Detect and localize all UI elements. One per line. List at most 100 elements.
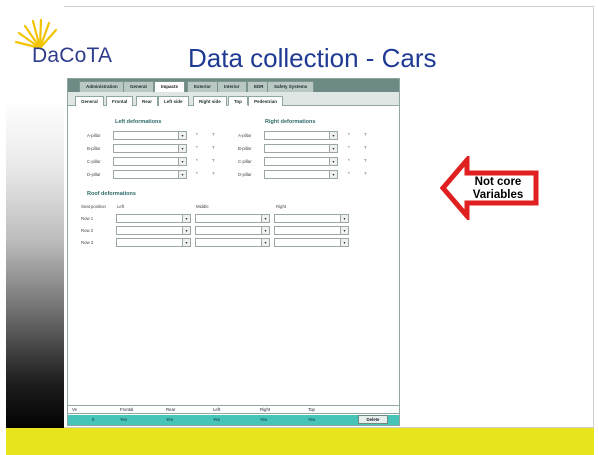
roof-column-left: Left xyxy=(117,204,125,209)
right-a-pillar-select[interactable]: ▾ xyxy=(264,131,338,140)
left-row-label: A-pillar xyxy=(87,133,101,138)
roof-row1-right-select[interactable]: ▾ xyxy=(274,214,349,223)
left-c-pillar-select[interactable]: ▾ xyxy=(113,157,187,166)
help-mark: ? xyxy=(364,158,367,163)
roof-row3-left-select[interactable]: ▾ xyxy=(116,238,191,247)
required-mark: * xyxy=(196,171,198,176)
right-row-label: B-pillar xyxy=(238,146,252,151)
summary-table-header: Ve Frontal Rear Left Right Top xyxy=(68,405,399,414)
table-cell: Yes xyxy=(308,417,316,422)
table-cell: Yes xyxy=(120,417,128,422)
roof-column-middle: Middle xyxy=(196,204,209,209)
help-mark: ? xyxy=(212,145,215,150)
callout-text: Not core Variables xyxy=(466,176,530,202)
chevron-down-icon: ▾ xyxy=(329,145,337,152)
chevron-down-icon: ▾ xyxy=(329,158,337,165)
help-mark: ? xyxy=(212,158,215,163)
delete-button[interactable]: Delete xyxy=(358,415,388,424)
table-row[interactable]: 0 Yes Yes Yes Yes Yes xyxy=(68,415,399,425)
roof-column-right: Right xyxy=(276,204,287,209)
chevron-down-icon: ▾ xyxy=(329,171,337,178)
subtab-right-side[interactable]: Right side xyxy=(193,96,227,106)
right-d-pillar-select[interactable]: ▾ xyxy=(264,170,338,179)
tab-exterior[interactable]: Exterior xyxy=(187,81,219,92)
right-row-label: D-pillar xyxy=(238,172,252,177)
roof-row-label: Row 1 xyxy=(81,216,94,221)
tab-general[interactable]: General xyxy=(123,81,154,92)
roof-row2-right-select[interactable]: ▾ xyxy=(274,226,349,235)
slide-title: Data collection - Cars xyxy=(188,43,437,73)
subtab-top[interactable]: Top xyxy=(228,96,248,106)
left-d-pillar-select[interactable]: ▾ xyxy=(113,170,187,179)
main-tabs-bar: Administration General Impacts Exterior Inte… xyxy=(68,79,399,92)
roof-deformations-title: Roof deformations xyxy=(87,191,136,197)
subtab-rear[interactable]: Rear xyxy=(136,96,159,106)
required-mark: * xyxy=(348,171,350,176)
left-b-pillar-select[interactable]: ▾ xyxy=(113,144,187,153)
subtab-general[interactable]: General xyxy=(75,96,104,106)
bottom-yellow-band xyxy=(6,428,594,455)
table-cell: 0 xyxy=(92,417,95,422)
chevron-down-icon: ▾ xyxy=(178,132,186,139)
roof-row2-middle-select[interactable]: ▾ xyxy=(195,226,270,235)
roof-row1-left-select[interactable]: ▾ xyxy=(116,214,191,223)
required-mark: * xyxy=(196,158,198,163)
chevron-down-icon: ▾ xyxy=(261,215,269,222)
required-mark: * xyxy=(196,132,198,137)
help-mark: ? xyxy=(212,171,215,176)
sub-tabs-bar: General Frontal Rear Left side Right side Top… xyxy=(68,92,399,106)
right-row-label: C-pillar xyxy=(238,159,252,164)
chevron-down-icon: ▾ xyxy=(261,227,269,234)
roof-row3-middle-select[interactable]: ▾ xyxy=(195,238,270,247)
chevron-down-icon: ▾ xyxy=(178,145,186,152)
help-mark: ? xyxy=(364,145,367,150)
left-row-label: B-pillar xyxy=(87,146,101,151)
roof-row3-right-select[interactable]: ▾ xyxy=(274,238,349,247)
chevron-down-icon: ▾ xyxy=(340,215,348,222)
table-header-cell: Ve xyxy=(72,407,78,412)
help-mark: ? xyxy=(212,132,215,137)
table-cell: Yes xyxy=(260,417,268,422)
seat-position-label: Seat position xyxy=(81,204,106,209)
tab-safety-systems[interactable]: Safety Systems xyxy=(267,81,315,92)
roof-row-label: Row 2 xyxy=(81,228,94,233)
chevron-down-icon: ▾ xyxy=(329,132,337,139)
help-mark: ? xyxy=(364,132,367,137)
tab-interior[interactable]: Interior xyxy=(217,81,247,92)
chevron-down-icon: ▾ xyxy=(340,227,348,234)
callout-line-1: Not core xyxy=(474,176,522,188)
roof-row2-left-select[interactable]: ▾ xyxy=(116,226,191,235)
right-row-label: A-pillar xyxy=(238,133,252,138)
roof-row1-middle-select[interactable]: ▾ xyxy=(195,214,270,223)
table-header-cell: Rear xyxy=(166,407,176,412)
left-a-pillar-select[interactable]: ▾ xyxy=(113,131,187,140)
chevron-down-icon: ▾ xyxy=(178,158,186,165)
required-mark: * xyxy=(348,132,350,137)
left-row-label: C-pillar xyxy=(87,159,101,164)
chevron-down-icon: ▾ xyxy=(261,239,269,246)
required-mark: * xyxy=(348,158,350,163)
app-window: Administration General Impacts Exterior Inte… xyxy=(67,78,400,426)
table-cell: Yes xyxy=(166,417,174,422)
subtab-pedestrian[interactable]: Pedestrian xyxy=(248,96,284,106)
roof-row-label: Row 3 xyxy=(81,240,94,245)
chevron-down-icon: ▾ xyxy=(178,171,186,178)
tab-impacts[interactable]: Impacts xyxy=(154,81,186,92)
logo-text: DaCoTA xyxy=(32,44,113,67)
subtab-frontal[interactable]: Frontal xyxy=(106,96,134,106)
chevron-down-icon: ▾ xyxy=(182,215,190,222)
chevron-down-icon: ▾ xyxy=(340,239,348,246)
right-b-pillar-select[interactable]: ▾ xyxy=(264,144,338,153)
table-header-cell: Right xyxy=(260,407,271,412)
table-header-cell: Top xyxy=(308,407,315,412)
subtab-left-side[interactable]: Left side xyxy=(158,96,189,106)
tab-administration[interactable]: Administration xyxy=(79,81,125,92)
dacota-logo: DaCoTA xyxy=(10,18,113,73)
left-row-label: D-pillar xyxy=(87,172,101,177)
table-cell: Yes xyxy=(213,417,221,422)
right-deformations-title: Right deformations xyxy=(265,119,316,125)
required-mark: * xyxy=(348,145,350,150)
chevron-down-icon: ▾ xyxy=(182,227,190,234)
right-c-pillar-select[interactable]: ▾ xyxy=(264,157,338,166)
table-header-cell: Left xyxy=(213,407,221,412)
